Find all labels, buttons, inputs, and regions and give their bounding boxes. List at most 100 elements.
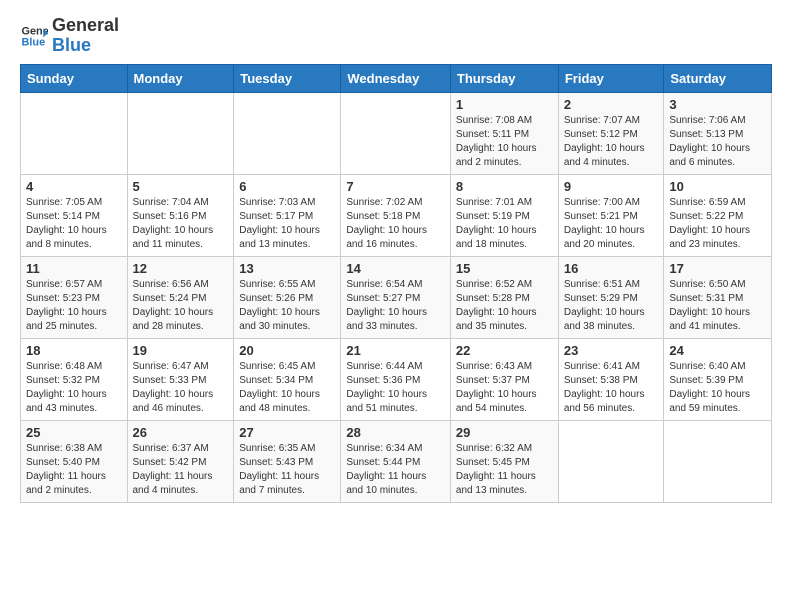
day-info: Sunrise: 6:37 AM Sunset: 5:42 PM Dayligh… (133, 442, 229, 498)
calendar-week-row: 11 Sunrise: 6:57 AM Sunset: 5:23 PM Dayli… (21, 256, 772, 338)
calendar-cell: 27 Sunrise: 6:35 AM Sunset: 5:43 PM Dayli… (234, 420, 341, 502)
calendar-cell: 17 Sunrise: 6:50 AM Sunset: 5:31 PM Dayli… (664, 256, 772, 338)
calendar-cell: 28 Sunrise: 6:34 AM Sunset: 5:44 PM Dayli… (341, 420, 451, 502)
calendar-cell: 12 Sunrise: 6:56 AM Sunset: 5:24 PM Dayli… (127, 256, 234, 338)
day-number: 16 (564, 261, 659, 276)
day-number: 7 (346, 179, 445, 194)
day-info: Sunrise: 7:03 AM Sunset: 5:17 PM Dayligh… (239, 196, 335, 252)
day-info: Sunrise: 7:06 AM Sunset: 5:13 PM Dayligh… (669, 114, 766, 170)
calendar-cell: 16Sunrise: 6:51 AM Sunset: 5:29 PM Dayli… (558, 256, 664, 338)
calendar-cell: 14 Sunrise: 6:54 AM Sunset: 5:27 PM Dayli… (341, 256, 451, 338)
day-info: Sunrise: 7:02 AM Sunset: 5:18 PM Dayligh… (346, 196, 445, 252)
calendar-cell: 18 Sunrise: 6:48 AM Sunset: 5:32 PM Dayli… (21, 338, 128, 420)
svg-text:Blue: Blue (22, 36, 46, 48)
calendar-cell: 20 Sunrise: 6:45 AM Sunset: 5:34 PM Dayli… (234, 338, 341, 420)
calendar-week-row: 4Sunrise: 7:05 AM Sunset: 5:14 PM Daylig… (21, 174, 772, 256)
day-number: 25 (26, 425, 122, 440)
day-number: 13 (239, 261, 335, 276)
calendar-cell: 19Sunrise: 6:47 AM Sunset: 5:33 PM Dayli… (127, 338, 234, 420)
day-info: Sunrise: 6:40 AM Sunset: 5:39 PM Dayligh… (669, 360, 766, 416)
day-number: 28 (346, 425, 445, 440)
day-number: 12 (133, 261, 229, 276)
logo-text: General Blue (52, 16, 119, 56)
day-info: Sunrise: 7:05 AM Sunset: 5:14 PM Dayligh… (26, 196, 122, 252)
calendar-header-row: SundayMondayTuesdayWednesdayThursdayFrid… (21, 64, 772, 92)
day-number: 26 (133, 425, 229, 440)
calendar-cell: 21 Sunrise: 6:44 AM Sunset: 5:36 PM Dayli… (341, 338, 451, 420)
day-info: Sunrise: 6:35 AM Sunset: 5:43 PM Dayligh… (239, 442, 335, 498)
day-number: 27 (239, 425, 335, 440)
day-info: Sunrise: 7:08 AM Sunset: 5:11 PM Dayligh… (456, 114, 553, 170)
calendar-cell: 22 Sunrise: 6:43 AM Sunset: 5:37 PM Dayli… (450, 338, 558, 420)
day-info: Sunrise: 6:44 AM Sunset: 5:36 PM Dayligh… (346, 360, 445, 416)
calendar-cell: 15Sunrise: 6:52 AM Sunset: 5:28 PM Dayli… (450, 256, 558, 338)
day-number: 10 (669, 179, 766, 194)
day-info: Sunrise: 6:50 AM Sunset: 5:31 PM Dayligh… (669, 278, 766, 334)
calendar-cell: 4Sunrise: 7:05 AM Sunset: 5:14 PM Daylig… (21, 174, 128, 256)
header-friday: Friday (558, 64, 664, 92)
header-thursday: Thursday (450, 64, 558, 92)
day-number: 18 (26, 343, 122, 358)
day-info: Sunrise: 7:01 AM Sunset: 5:19 PM Dayligh… (456, 196, 553, 252)
day-number: 3 (669, 97, 766, 112)
calendar-cell (558, 420, 664, 502)
day-number: 11 (26, 261, 122, 276)
day-number: 20 (239, 343, 335, 358)
day-number: 9 (564, 179, 659, 194)
day-info: Sunrise: 6:34 AM Sunset: 5:44 PM Dayligh… (346, 442, 445, 498)
day-number: 24 (669, 343, 766, 358)
calendar-cell: 23 Sunrise: 6:41 AM Sunset: 5:38 PM Dayli… (558, 338, 664, 420)
calendar-cell: 3 Sunrise: 7:06 AM Sunset: 5:13 PM Daylig… (664, 92, 772, 174)
day-info: Sunrise: 6:43 AM Sunset: 5:37 PM Dayligh… (456, 360, 553, 416)
calendar-cell: 29 Sunrise: 6:32 AM Sunset: 5:45 PM Dayli… (450, 420, 558, 502)
day-info: Sunrise: 6:56 AM Sunset: 5:24 PM Dayligh… (133, 278, 229, 334)
day-info: Sunrise: 6:38 AM Sunset: 5:40 PM Dayligh… (26, 442, 122, 498)
calendar-cell: 25 Sunrise: 6:38 AM Sunset: 5:40 PM Dayli… (21, 420, 128, 502)
calendar-cell (664, 420, 772, 502)
calendar-cell (21, 92, 128, 174)
day-number: 6 (239, 179, 335, 194)
calendar-week-row: 18 Sunrise: 6:48 AM Sunset: 5:32 PM Dayli… (21, 338, 772, 420)
day-number: 14 (346, 261, 445, 276)
calendar-week-row: 1 Sunrise: 7:08 AM Sunset: 5:11 PM Daylig… (21, 92, 772, 174)
header-wednesday: Wednesday (341, 64, 451, 92)
calendar-cell: 13 Sunrise: 6:55 AM Sunset: 5:26 PM Dayli… (234, 256, 341, 338)
day-info: Sunrise: 6:48 AM Sunset: 5:32 PM Dayligh… (26, 360, 122, 416)
calendar-cell: 5Sunrise: 7:04 AM Sunset: 5:16 PM Daylig… (127, 174, 234, 256)
logo: General Blue General Blue (20, 16, 119, 56)
logo-icon: General Blue (20, 22, 48, 50)
calendar-cell: 26 Sunrise: 6:37 AM Sunset: 5:42 PM Dayli… (127, 420, 234, 502)
header-sunday: Sunday (21, 64, 128, 92)
day-info: Sunrise: 6:45 AM Sunset: 5:34 PM Dayligh… (239, 360, 335, 416)
day-number: 1 (456, 97, 553, 112)
header-monday: Monday (127, 64, 234, 92)
calendar-cell (127, 92, 234, 174)
calendar-week-row: 25 Sunrise: 6:38 AM Sunset: 5:40 PM Dayli… (21, 420, 772, 502)
day-info: Sunrise: 6:57 AM Sunset: 5:23 PM Dayligh… (26, 278, 122, 334)
calendar-cell: 8 Sunrise: 7:01 AM Sunset: 5:19 PM Daylig… (450, 174, 558, 256)
day-number: 23 (564, 343, 659, 358)
day-info: Sunrise: 6:32 AM Sunset: 5:45 PM Dayligh… (456, 442, 553, 498)
day-info: Sunrise: 6:52 AM Sunset: 5:28 PM Dayligh… (456, 278, 553, 334)
day-number: 19 (133, 343, 229, 358)
day-number: 21 (346, 343, 445, 358)
day-info: Sunrise: 6:54 AM Sunset: 5:27 PM Dayligh… (346, 278, 445, 334)
day-number: 2 (564, 97, 659, 112)
day-info: Sunrise: 6:55 AM Sunset: 5:26 PM Dayligh… (239, 278, 335, 334)
day-number: 22 (456, 343, 553, 358)
day-number: 29 (456, 425, 553, 440)
day-number: 17 (669, 261, 766, 276)
header-saturday: Saturday (664, 64, 772, 92)
day-number: 8 (456, 179, 553, 194)
calendar-cell: 1 Sunrise: 7:08 AM Sunset: 5:11 PM Daylig… (450, 92, 558, 174)
calendar-cell: 9 Sunrise: 7:00 AM Sunset: 5:21 PM Daylig… (558, 174, 664, 256)
day-info: Sunrise: 6:59 AM Sunset: 5:22 PM Dayligh… (669, 196, 766, 252)
calendar-cell: 2 Sunrise: 7:07 AM Sunset: 5:12 PM Daylig… (558, 92, 664, 174)
day-info: Sunrise: 7:07 AM Sunset: 5:12 PM Dayligh… (564, 114, 659, 170)
day-info: Sunrise: 7:04 AM Sunset: 5:16 PM Dayligh… (133, 196, 229, 252)
page-header: General Blue General Blue (20, 16, 772, 56)
calendar-cell: 24 Sunrise: 6:40 AM Sunset: 5:39 PM Dayli… (664, 338, 772, 420)
day-info: Sunrise: 7:00 AM Sunset: 5:21 PM Dayligh… (564, 196, 659, 252)
header-tuesday: Tuesday (234, 64, 341, 92)
day-info: Sunrise: 6:41 AM Sunset: 5:38 PM Dayligh… (564, 360, 659, 416)
